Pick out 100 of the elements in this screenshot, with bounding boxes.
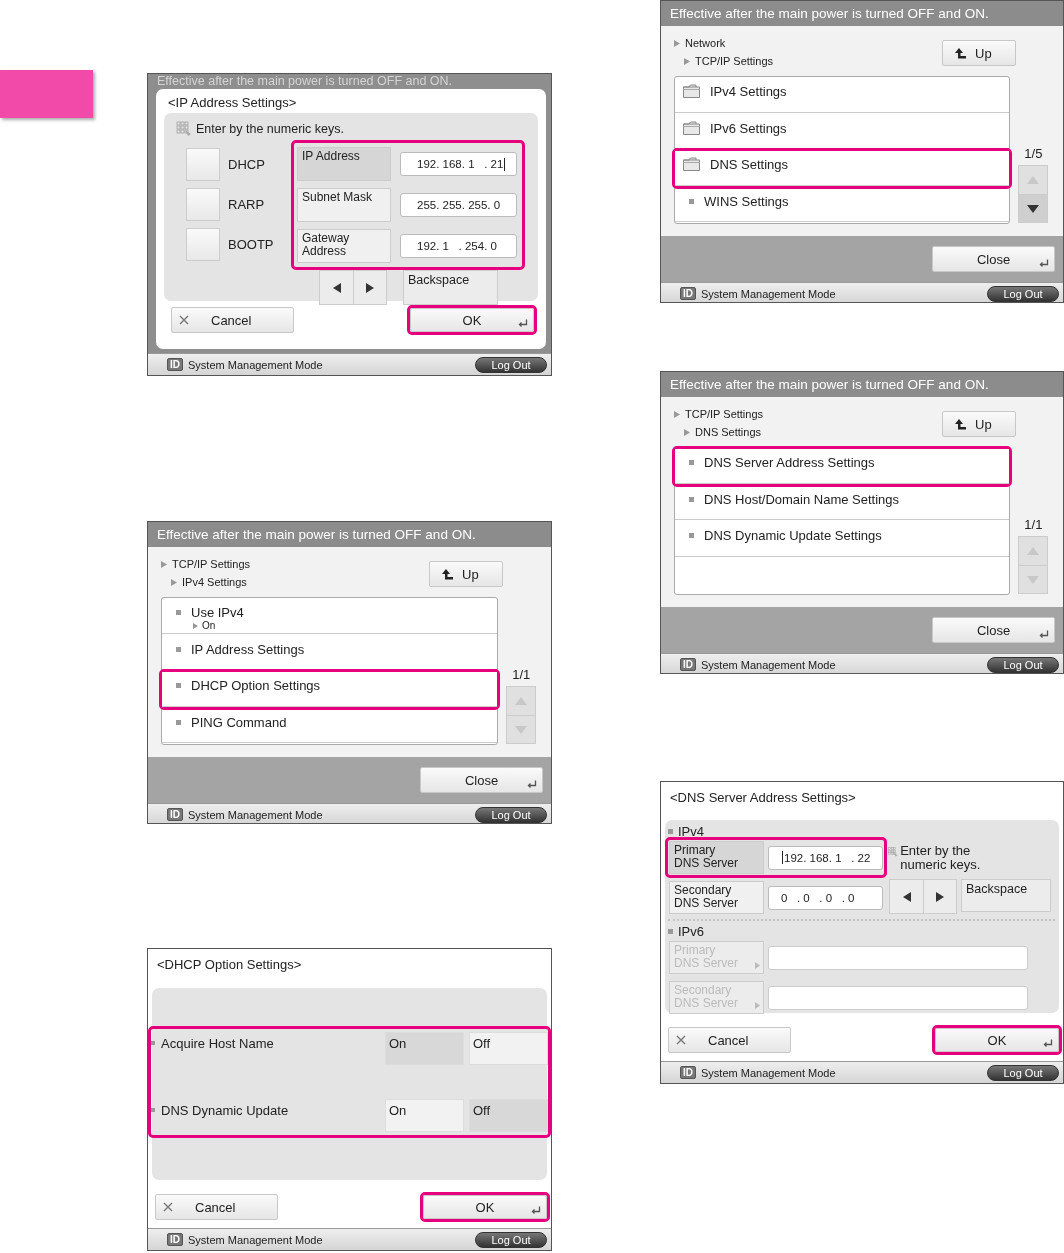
item-label: DNS Server Address Settings: [704, 455, 875, 470]
backspace-button[interactable]: Backspace: [961, 879, 1051, 912]
triangle-icon: [684, 57, 690, 65]
option-label: Acquire Host Name: [161, 1036, 274, 1051]
item-label: Use IPv4: [191, 605, 244, 620]
log-out-button[interactable]: Log Out: [987, 1064, 1059, 1081]
scroll-down-button[interactable]: [1019, 194, 1048, 222]
input-field[interactable]: 0 . 0 . 0 . 0: [768, 885, 883, 910]
id-badge: ID: [167, 808, 183, 821]
input-field[interactable]: 255. 255. 255. 0: [400, 193, 517, 217]
close-icon: [163, 1202, 173, 1212]
enter-icon: [531, 1206, 541, 1214]
log-out-button[interactable]: Log Out: [475, 806, 547, 823]
field-value: 255. 255. 255. 0: [417, 199, 501, 211]
input-field[interactable]: 192. 168. 1 . 21: [400, 152, 517, 176]
close-button[interactable]: Close: [932, 246, 1055, 272]
field-value: 0 . 0 . 0 . 0: [781, 891, 855, 904]
up-button[interactable]: Up: [429, 561, 503, 587]
checkbox-button[interactable]: [186, 228, 220, 261]
field-label-button[interactable]: Subnet Mask: [297, 188, 391, 222]
left-arrow-button[interactable]: [320, 271, 353, 304]
cancel-button[interactable]: Cancel: [171, 307, 294, 333]
backspace-button[interactable]: Backspace: [403, 270, 498, 305]
keypad-icon: [176, 121, 192, 137]
enter-icon: [518, 319, 528, 327]
item-label: IP Address Settings: [191, 641, 305, 657]
id-badge: ID: [167, 1233, 183, 1246]
option-label: DNS Dynamic Update: [161, 1103, 289, 1118]
list-item[interactable]: DNS Settings: [675, 151, 1009, 186]
item-label: WINS Settings: [704, 193, 789, 209]
triangle-icon: [684, 428, 690, 436]
notice-text: Effective after the main power is turned OFF and ON.: [157, 74, 453, 88]
mode-label: System Management Mode: [701, 1066, 837, 1079]
triangle-icon: [161, 560, 167, 568]
log-out-button[interactable]: Log Out: [475, 356, 547, 373]
enter-icon: [527, 780, 537, 788]
field-value: 192. 1 . 254. 0: [417, 240, 497, 252]
up-button[interactable]: Up: [942, 40, 1016, 66]
bullet-icon: [689, 533, 694, 538]
log-out-button[interactable]: Log Out: [475, 1231, 547, 1248]
cancel-button[interactable]: Cancel: [668, 1027, 791, 1053]
close-button[interactable]: Close: [932, 617, 1055, 643]
dialog-title: <IP Address Settings>: [167, 94, 298, 112]
folder-icon: [683, 84, 700, 98]
down-triangle-icon: [513, 723, 530, 736]
close-button[interactable]: Close: [420, 767, 543, 793]
log-out-button[interactable]: Log Out: [987, 656, 1059, 673]
bullet-icon: [689, 460, 694, 465]
checkbox-button[interactable]: [186, 188, 220, 221]
field-label-button[interactable]: Secondary DNS Server: [669, 881, 764, 914]
choice-button[interactable]: Off: [469, 1032, 548, 1065]
checkbox-button[interactable]: [186, 148, 220, 181]
breadcrumb-item: Network: [685, 37, 726, 49]
field-label-button[interactable]: Primary DNS Server: [669, 841, 764, 874]
notice-text: Effective after the main power is turned OFF and ON.: [670, 6, 989, 21]
mode-label: System Management Mode: [188, 358, 324, 371]
item-label: PING Command: [191, 714, 287, 730]
breadcrumb-item: TCP/IP Settings: [685, 408, 764, 420]
ok-button[interactable]: OK: [410, 308, 534, 332]
up-arrow-icon: [440, 568, 454, 580]
triangle-icon: [674, 39, 680, 47]
bullet-icon: [176, 719, 181, 725]
folder-icon: [683, 157, 700, 171]
bullet-icon: [689, 496, 694, 502]
item-label: DNS Settings: [710, 157, 789, 172]
field-label-button[interactable]: Gateway Address: [297, 229, 391, 263]
triangle-icon: [755, 962, 760, 969]
item-value: On: [202, 620, 216, 631]
cancel-button[interactable]: Cancel: [155, 1194, 278, 1220]
field-label-button[interactable]: IP Address: [297, 147, 391, 181]
list-item[interactable]: DHCP Option Settings: [162, 672, 497, 707]
triangle-icon: [171, 578, 177, 586]
bullet-icon: [176, 646, 181, 652]
triangle-icon: [755, 1002, 760, 1009]
list-item[interactable]: Use IPv4 On: [162, 599, 497, 634]
mode-label: System Management Mode: [701, 287, 837, 300]
field-value: 192. 168. 1 . 22: [784, 851, 871, 864]
choice-button[interactable]: On: [385, 1032, 464, 1065]
log-out-button[interactable]: Log Out: [987, 285, 1059, 302]
page-indicator: 1/5: [1024, 146, 1043, 161]
item-label: IPv4 Settings: [710, 84, 787, 99]
up-arrow-icon: [953, 47, 967, 59]
notice-text: Effective after the main power is turned OFF and ON.: [670, 377, 989, 392]
list-item[interactable]: IPv4 Settings: [675, 78, 1009, 113]
up-button[interactable]: Up: [942, 411, 1016, 437]
list-item[interactable]: DNS Server Address Settings: [675, 449, 1009, 484]
folder-icon: [683, 120, 700, 135]
choice-button[interactable]: On: [385, 1099, 464, 1132]
right-arrow-button[interactable]: [923, 880, 956, 913]
input-field[interactable]: 192. 168. 1 . 22: [768, 845, 883, 870]
ok-button[interactable]: OK: [935, 1028, 1059, 1052]
bullet-icon: [151, 1108, 155, 1112]
mode-label: System Management Mode: [188, 1233, 324, 1246]
choice-button[interactable]: Off: [469, 1099, 548, 1132]
ok-button[interactable]: OK: [423, 1195, 547, 1219]
left-arrow-button[interactable]: [890, 880, 923, 913]
input-field[interactable]: 192. 1 . 254. 0: [400, 234, 517, 258]
item-label: DHCP Option Settings: [191, 678, 321, 693]
close-icon: [676, 1035, 686, 1045]
right-arrow-button[interactable]: [353, 271, 386, 304]
